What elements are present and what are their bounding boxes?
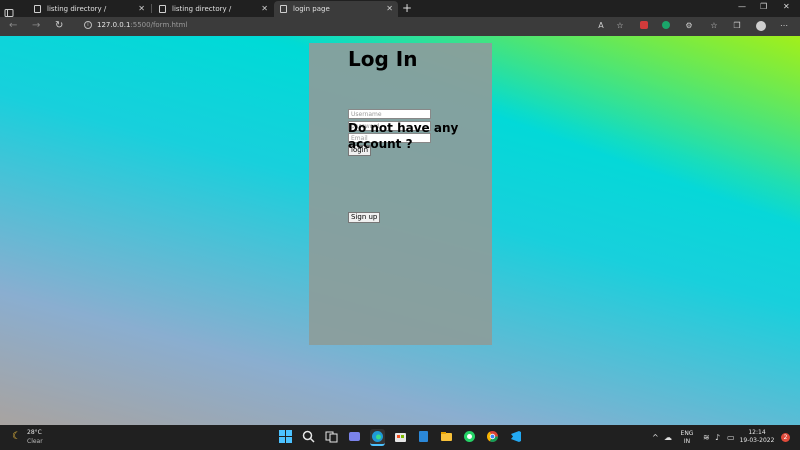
page-icon <box>280 5 287 13</box>
page-icon <box>34 5 41 13</box>
tab-divider <box>151 4 152 13</box>
close-icon[interactable]: ✕ <box>138 4 145 13</box>
clock-date[interactable]: 19-03-2022 <box>739 437 775 444</box>
minimize-icon[interactable]: — <box>738 2 746 11</box>
restore-icon[interactable]: ❐ <box>760 2 767 11</box>
signup-button[interactable]: Sign up <box>348 212 381 223</box>
file-explorer-icon[interactable] <box>439 429 454 444</box>
taskbar: ☾ 28°C Clear ^ ☁ ENG IN ≋ ♪ ▭ 12:14 19-0… <box>0 425 800 450</box>
weather-temperature[interactable]: 28°C <box>27 429 42 436</box>
tab-actions-icon[interactable] <box>4 3 14 17</box>
window-close-icon[interactable]: ✕ <box>783 2 790 11</box>
clock-time[interactable]: 12:14 <box>739 429 775 436</box>
windows-start-icon[interactable] <box>278 429 293 444</box>
favorites-icon[interactable]: ☆ <box>709 21 719 31</box>
chrome-icon[interactable] <box>485 429 500 444</box>
tab-label: listing directory / <box>172 5 232 13</box>
refresh-icon[interactable]: ↻ <box>55 20 63 31</box>
cloud-icon[interactable]: ☁ <box>664 433 672 442</box>
forward-arrow-icon[interactable]: → <box>32 20 40 31</box>
extension-red-icon[interactable] <box>639 21 649 31</box>
whatsapp-icon[interactable] <box>462 429 477 444</box>
tab-listing-1[interactable]: listing directory / ✕ <box>28 1 150 17</box>
no-account-prompt: Do not have any account ? <box>348 121 459 151</box>
back-arrow-icon[interactable]: ← <box>9 20 17 31</box>
info-icon[interactable]: i <box>84 21 92 29</box>
edge-browser-icon[interactable] <box>370 429 385 446</box>
notification-badge[interactable]: 2 <box>781 433 790 442</box>
read-aloud-icon[interactable]: A <box>596 21 606 31</box>
store-icon[interactable] <box>393 429 408 444</box>
tab-listing-2[interactable]: listing directory / ✕ <box>153 1 273 17</box>
tab-login-page[interactable]: login page ✕ <box>274 1 398 17</box>
notepad-icon[interactable] <box>416 429 431 444</box>
extension-green-icon[interactable] <box>661 21 671 31</box>
favorite-add-icon[interactable]: ☆ <box>615 21 625 31</box>
more-menu-icon[interactable]: ⋯ <box>779 21 789 31</box>
collections-icon[interactable]: ❒ <box>732 21 742 31</box>
address-toolbar: ← → ↻ i 127.0.0.1:5500/form.html A ☆ ⚙ ☆… <box>0 17 800 36</box>
close-icon[interactable]: ✕ <box>261 4 268 13</box>
task-view-icon[interactable] <box>324 429 339 444</box>
profile-avatar[interactable] <box>756 21 766 31</box>
tab-label: login page <box>293 5 330 13</box>
close-icon[interactable]: ✕ <box>386 4 393 13</box>
wifi-icon[interactable]: ≋ <box>703 433 710 442</box>
language-region[interactable]: IN <box>678 438 696 445</box>
language-indicator[interactable]: ENG <box>678 430 696 437</box>
volume-icon[interactable]: ♪ <box>715 433 720 442</box>
tab-strip: listing directory / ✕ listing directory … <box>0 0 800 17</box>
extensions-puzzle-icon[interactable]: ⚙ <box>684 21 694 31</box>
url-path: :5500/form.html <box>130 21 188 29</box>
teams-chat-icon[interactable] <box>347 429 362 444</box>
address-bar[interactable]: 127.0.0.1:5500/form.html <box>97 21 187 29</box>
url-host: 127.0.0.1 <box>97 21 131 29</box>
vscode-icon[interactable] <box>508 429 523 444</box>
tab-label: listing directory / <box>47 5 107 13</box>
battery-icon[interactable]: ▭ <box>727 433 735 442</box>
page-icon <box>159 5 166 13</box>
chevron-up-icon[interactable]: ^ <box>652 433 659 442</box>
search-icon[interactable] <box>301 429 316 444</box>
moon-icon[interactable]: ☾ <box>12 431 21 442</box>
username-input[interactable] <box>348 109 431 119</box>
login-form-panel <box>309 43 492 345</box>
new-tab-button[interactable]: + <box>402 1 412 15</box>
login-title: Log In <box>348 47 418 71</box>
weather-condition[interactable]: Clear <box>27 438 43 445</box>
